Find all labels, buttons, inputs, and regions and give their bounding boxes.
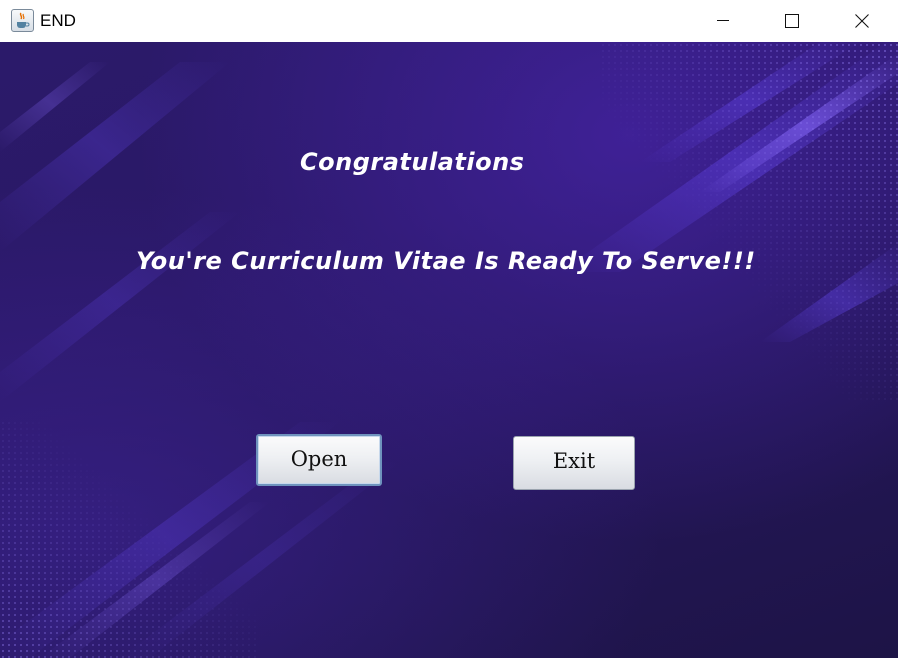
- background-image: [0, 42, 898, 658]
- close-icon: [855, 14, 869, 28]
- title-bar[interactable]: END: [0, 0, 898, 42]
- maximize-button[interactable]: [769, 0, 815, 42]
- minimize-button[interactable]: [700, 0, 746, 42]
- java-cup-icon[interactable]: [11, 9, 34, 32]
- open-button[interactable]: Open: [256, 434, 382, 486]
- app-window: END Congratulations You're Curriculum Vi…: [0, 0, 898, 658]
- minimize-icon: [717, 20, 729, 21]
- maximize-icon: [785, 14, 799, 28]
- content-panel: Congratulations You're Curriculum Vitae …: [0, 42, 898, 658]
- congratulations-heading: Congratulations: [300, 148, 525, 176]
- ready-message: You're Curriculum Vitae Is Ready To Serv…: [136, 247, 756, 275]
- window-title: END: [40, 11, 76, 30]
- close-button[interactable]: [839, 0, 885, 42]
- exit-button[interactable]: Exit: [513, 436, 635, 490]
